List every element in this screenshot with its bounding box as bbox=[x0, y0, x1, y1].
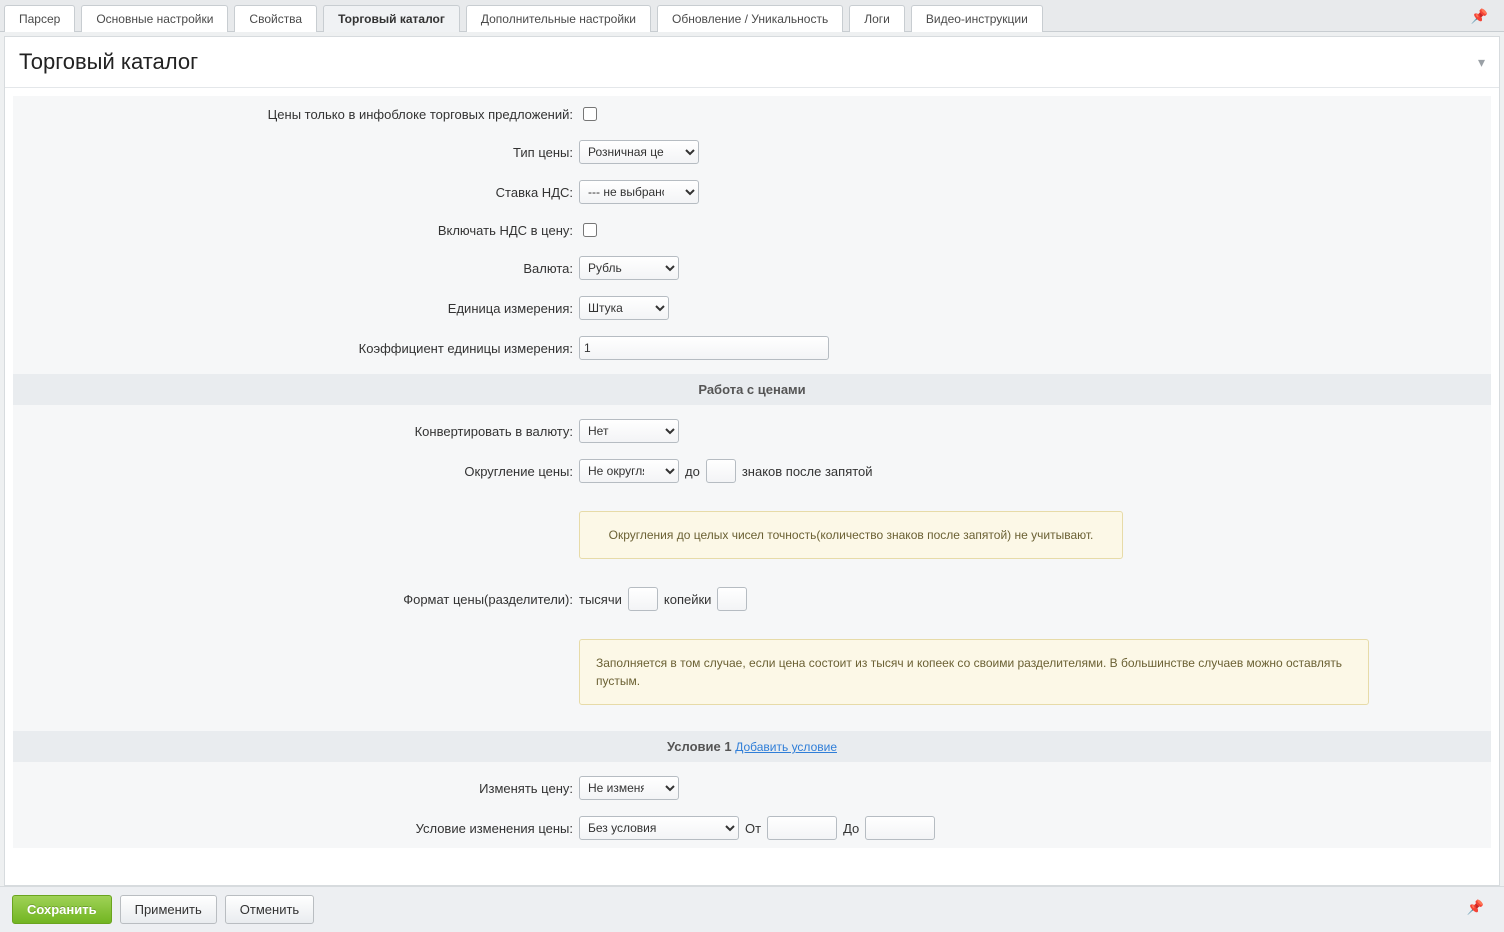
label-to: До bbox=[843, 821, 859, 836]
select-round-price[interactable]: Не округлять bbox=[579, 459, 679, 483]
input-from[interactable] bbox=[767, 816, 837, 840]
label-kopeks: копейки bbox=[664, 592, 712, 607]
tab-properties[interactable]: Свойства bbox=[234, 5, 317, 32]
save-button[interactable]: Сохранить bbox=[12, 895, 112, 924]
page-title: Торговый каталог bbox=[19, 49, 198, 75]
cancel-button[interactable]: Отменить bbox=[225, 895, 314, 924]
panel-header: Торговый каталог ▾ bbox=[5, 37, 1499, 88]
footer-pin-icon[interactable]: 📌 bbox=[1457, 899, 1494, 916]
label-prices-only-offers: Цены только в инфоблоке торговых предлож… bbox=[13, 107, 579, 122]
label-unit-coef: Коэффициент единицы измерения: bbox=[13, 341, 579, 356]
select-currency[interactable]: Рубль bbox=[579, 256, 679, 280]
label-include-vat: Включать НДС в цену: bbox=[13, 223, 579, 238]
tabs-bar: Парсер Основные настройки Свойства Торго… bbox=[0, 0, 1504, 32]
checkbox-include-vat[interactable] bbox=[583, 223, 597, 237]
tab-logs[interactable]: Логи bbox=[849, 5, 905, 32]
input-round-digits[interactable] bbox=[706, 459, 736, 483]
section-condition: Условие 1 Добавить условие bbox=[13, 731, 1491, 762]
select-convert-currency[interactable]: Нет bbox=[579, 419, 679, 443]
select-vat-rate[interactable]: --- не выбрано --- bbox=[579, 180, 699, 204]
note-format: Заполняется в том случае, если цена сост… bbox=[579, 639, 1369, 705]
note-rounding: Округления до целых чисел точность(колич… bbox=[579, 511, 1123, 559]
form-area: Цены только в инфоблоке торговых предлож… bbox=[13, 96, 1491, 848]
label-convert-currency: Конвертировать в валюту: bbox=[13, 424, 579, 439]
label-round-after: знаков после запятой bbox=[742, 464, 873, 479]
tab-extra-settings[interactable]: Дополнительные настройки bbox=[466, 5, 651, 32]
label-round-to: до bbox=[685, 464, 700, 479]
label-round-price: Округление цены: bbox=[13, 464, 579, 479]
panel: Торговый каталог ▾ Цены только в инфобло… bbox=[4, 36, 1500, 886]
select-change-condition[interactable]: Без условия bbox=[579, 816, 739, 840]
tab-video[interactable]: Видео-инструкции bbox=[911, 5, 1043, 32]
tab-catalog[interactable]: Торговый каталог bbox=[323, 5, 460, 32]
apply-button[interactable]: Применить bbox=[120, 895, 217, 924]
label-currency: Валюта: bbox=[13, 261, 579, 276]
select-price-type[interactable]: Розничная цена bbox=[579, 140, 699, 164]
tab-parser[interactable]: Парсер bbox=[4, 5, 75, 32]
condition-title: Условие 1 bbox=[667, 739, 732, 754]
select-change-price[interactable]: Не изменять bbox=[579, 776, 679, 800]
input-thousands-separator[interactable] bbox=[628, 587, 658, 611]
label-unit: Единица измерения: bbox=[13, 301, 579, 316]
tab-update[interactable]: Обновление / Уникальность bbox=[657, 5, 843, 32]
link-add-condition[interactable]: Добавить условие bbox=[735, 740, 837, 754]
input-to[interactable] bbox=[865, 816, 935, 840]
pin-icon[interactable]: 📌 bbox=[1461, 8, 1498, 25]
collapse-icon[interactable]: ▾ bbox=[1478, 54, 1485, 71]
input-kopeks-separator[interactable] bbox=[717, 587, 747, 611]
select-unit[interactable]: Штука bbox=[579, 296, 669, 320]
input-unit-coef[interactable] bbox=[579, 336, 829, 360]
label-price-format: Формат цены(разделители): bbox=[13, 592, 579, 607]
footer: Сохранить Применить Отменить 📌 bbox=[0, 886, 1504, 932]
checkbox-prices-only-offers[interactable] bbox=[583, 107, 597, 121]
section-prices: Работа с ценами bbox=[13, 374, 1491, 405]
label-price-type: Тип цены: bbox=[13, 145, 579, 160]
tab-main-settings[interactable]: Основные настройки bbox=[81, 5, 228, 32]
label-thousands: тысячи bbox=[579, 592, 622, 607]
label-from: От bbox=[745, 821, 761, 836]
label-change-condition: Условие изменения цены: bbox=[13, 821, 579, 836]
label-vat-rate: Ставка НДС: bbox=[13, 185, 579, 200]
label-change-price: Изменять цену: bbox=[13, 781, 579, 796]
